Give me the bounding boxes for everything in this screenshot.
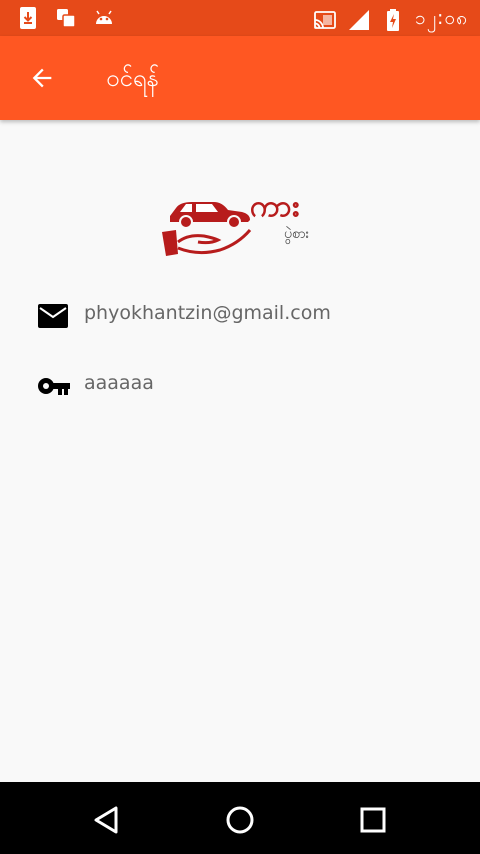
signal-icon [349,10,370,30]
recents-square-icon [360,807,386,833]
back-arrow-icon [32,68,52,88]
system-nav-bar [0,782,480,854]
home-circle-icon [226,806,254,834]
password-field-row [36,366,446,406]
nav-home-button[interactable] [220,800,260,840]
email-icon [38,304,68,328]
password-input[interactable] [84,372,444,394]
app-logo: ကား ပွဲစား [158,186,324,262]
logo-sub-text: ပွဲစား [284,226,310,242]
email-input[interactable] [84,302,444,324]
nav-recents-button[interactable] [353,800,393,840]
clock: ၁၂:၀၈ [415,7,468,29]
nav-back-button[interactable] [87,800,127,840]
app-bar: ဝင်ရန် [0,36,480,120]
email-field-row [36,296,446,336]
cards-icon [57,9,76,28]
download-icon [20,7,36,29]
android-icon [96,10,112,24]
battery-charging-icon [387,9,400,31]
status-bar: ၁၂:၀၈ [0,0,480,36]
car-hand-logo-icon [162,202,252,256]
back-button[interactable] [22,58,62,98]
key-icon [38,378,70,395]
page-title: ဝင်ရန် [106,64,159,92]
back-triangle-icon [94,806,118,834]
cast-icon [314,11,336,29]
